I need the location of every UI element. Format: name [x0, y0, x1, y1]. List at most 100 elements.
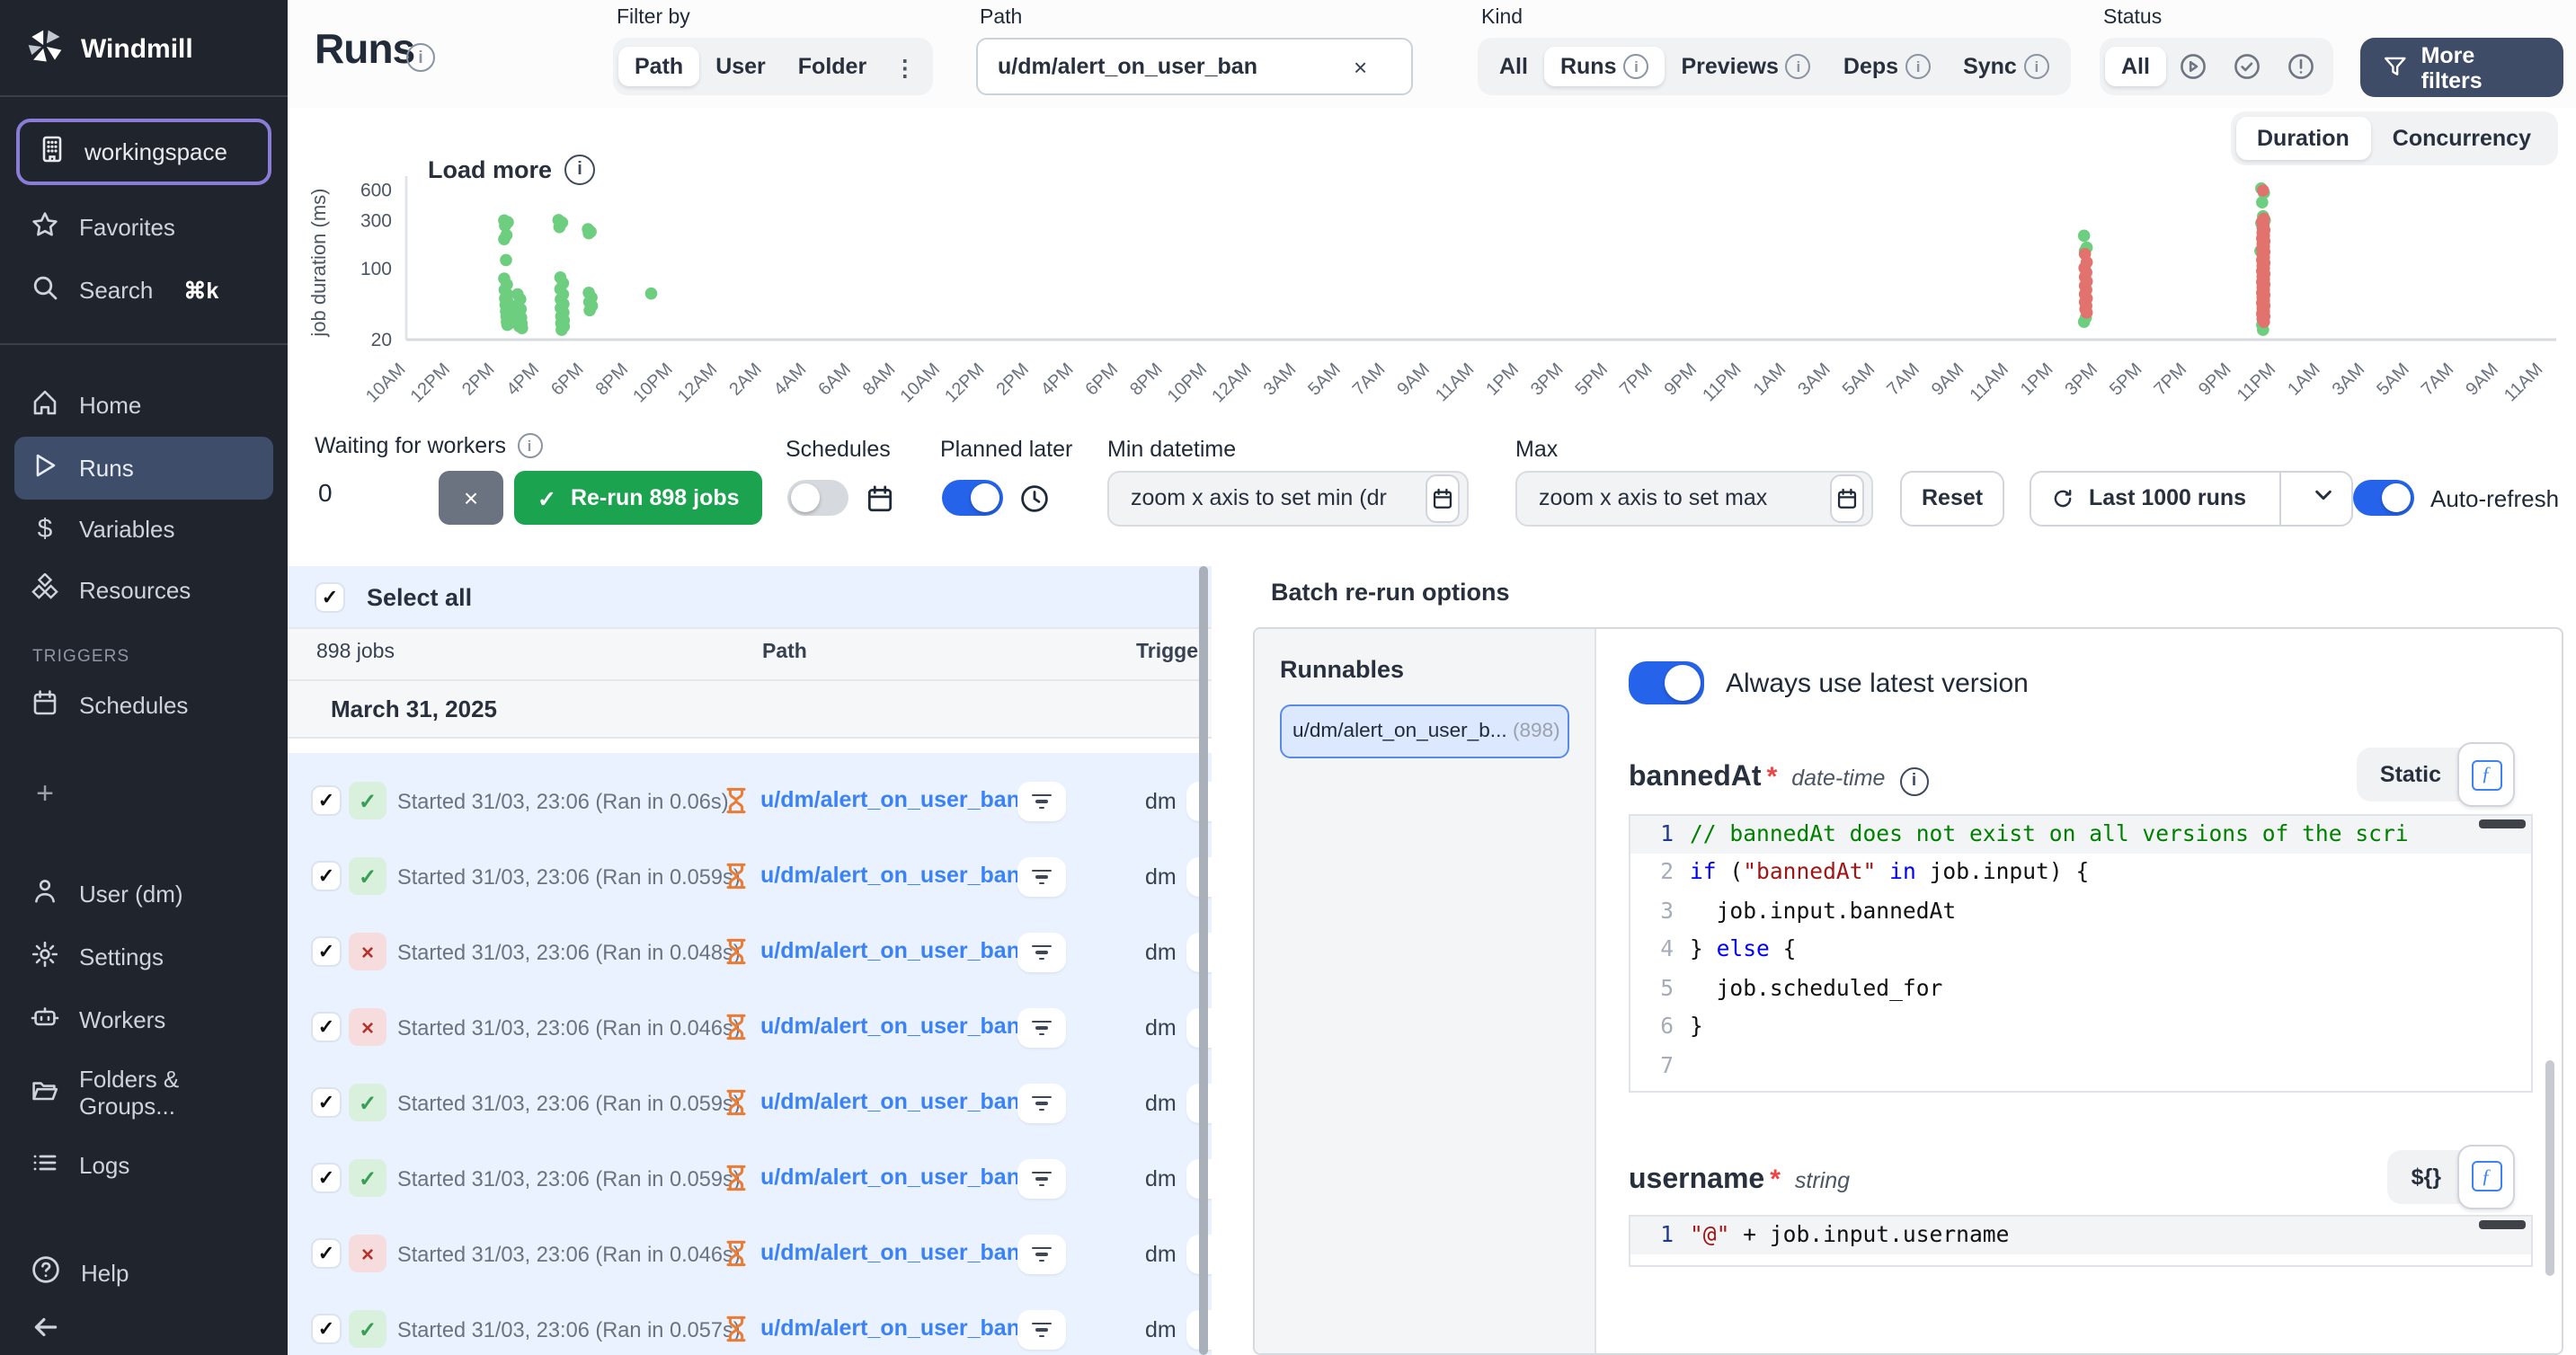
min-datetime-calendar-button[interactable]: [1426, 474, 1460, 522]
row-checkbox[interactable]: ✓: [313, 1240, 340, 1267]
sidebar-item-favorites[interactable]: Favorites: [14, 196, 273, 259]
path-filter-input[interactable]: [994, 52, 1343, 81]
path-filter-pill[interactable]: [1017, 1235, 1066, 1274]
path-filter-pill[interactable]: [1017, 933, 1066, 972]
planned-later-toggle[interactable]: [942, 480, 1003, 516]
panel-scrollbar[interactable]: [2545, 1060, 2554, 1276]
path-filter-pill[interactable]: [1017, 1008, 1066, 1048]
sidebar-item-schedules[interactable]: Schedules: [14, 674, 273, 737]
auto-refresh-toggle[interactable]: [2353, 480, 2414, 516]
filter-by-user[interactable]: User: [699, 47, 782, 86]
status-all[interactable]: All: [2105, 47, 2166, 86]
sidebar-item-home[interactable]: Home: [14, 374, 273, 437]
status-running[interactable]: [2166, 45, 2220, 88]
sidebar-item-settings[interactable]: Settings: [14, 925, 273, 988]
editor-hscrollbar[interactable]: [2479, 1219, 2526, 1228]
kind-deps[interactable]: Depsi: [1827, 47, 1947, 86]
scatter-plot[interactable]: 2010030060010AM12PM2PM4PM6PM8PM10PM12AM2…: [360, 162, 2571, 422]
sidebar-item-folders-groups[interactable]: Folders & Groups...: [14, 1051, 273, 1134]
kind-sync[interactable]: Synci: [1947, 47, 2065, 86]
sidebar-item-search[interactable]: Search ⌘k: [14, 259, 273, 322]
cancel-selection-button[interactable]: ×: [439, 471, 503, 525]
kind-previews[interactable]: Previewsi: [1665, 47, 1826, 86]
max-datetime-input[interactable]: [1535, 483, 1823, 512]
run-path-link[interactable]: u/dm/alert_on_user_ban: [760, 787, 1020, 812]
username-code-editor[interactable]: 1"@" + job.input.username: [1629, 1214, 2533, 1266]
tab-duration[interactable]: Duration: [2235, 117, 2371, 160]
select-all-checkbox[interactable]: ✓: [316, 583, 343, 610]
tab-concurrency[interactable]: Concurrency: [2371, 117, 2553, 160]
sidebar-item-runs[interactable]: Runs: [14, 437, 273, 500]
status-success[interactable]: [2220, 45, 2274, 88]
reset-button[interactable]: Reset: [1900, 470, 2004, 526]
path-filter-pill[interactable]: [1017, 1084, 1066, 1123]
run-row[interactable]: ✓ ✓ Started 31/03, 23:06 (Ran in 0.06s) …: [288, 764, 1212, 839]
run-row[interactable]: ✓ ✓ Started 31/03, 23:06 (Ran in 0.057s)…: [288, 1292, 1212, 1355]
path-filter-pill[interactable]: [1017, 1310, 1066, 1350]
row-checkbox[interactable]: ✓: [313, 1315, 340, 1342]
sidebar-item-resources[interactable]: Resources: [14, 559, 273, 622]
run-row[interactable]: ✓ × Started 31/03, 23:06 (Ran in 0.046s)…: [288, 990, 1212, 1066]
min-datetime-label: Min datetime: [1107, 437, 1236, 462]
run-row[interactable]: ✓ × Started 31/03, 23:06 (Ran in 0.048s)…: [288, 915, 1212, 990]
kind-runs[interactable]: Runsi: [1544, 47, 1666, 86]
run-path-link[interactable]: u/dm/alert_on_user_ban: [760, 1089, 1020, 1114]
min-datetime-input[interactable]: [1127, 483, 1418, 512]
schedules-toggle[interactable]: [787, 480, 848, 516]
last-runs-dropdown[interactable]: Last 1000 runs: [2030, 470, 2352, 526]
run-path-link[interactable]: u/dm/alert_on_user_ban: [760, 1014, 1020, 1039]
status-badge: ✓: [349, 1310, 386, 1348]
rerun-jobs-button[interactable]: ✓ Re-run 898 jobs: [514, 471, 763, 525]
run-path-link[interactable]: u/dm/alert_on_user_ban: [760, 1315, 1020, 1341]
sidebar-item-user[interactable]: User (dm): [14, 863, 273, 925]
run-path-link[interactable]: u/dm/alert_on_user_ban: [760, 1165, 1020, 1190]
status-failure[interactable]: [2274, 45, 2328, 88]
svg-text:4AM: 4AM: [770, 359, 811, 400]
clear-path-icon[interactable]: ×: [1354, 53, 1367, 80]
svg-text:12PM: 12PM: [941, 359, 989, 407]
sidebar-item-logs[interactable]: Logs: [14, 1134, 273, 1197]
run-row[interactable]: ✓ ✓ Started 31/03, 23:06 (Ran in 0.059s)…: [288, 1141, 1212, 1217]
mode-template[interactable]: ${}: [2395, 1158, 2457, 1194]
chevron-down-icon[interactable]: [2295, 485, 2350, 510]
list-scrollbar[interactable]: [1199, 566, 1208, 1355]
mode-static[interactable]: Static: [2364, 757, 2457, 793]
filter-by-more-menu[interactable]: ⋮: [883, 46, 927, 87]
sidebar-add-button[interactable]: +: [14, 762, 273, 827]
row-checkbox[interactable]: ✓: [313, 1014, 340, 1041]
runnable-item[interactable]: u/dm/alert_on_user_b... (898): [1280, 704, 1569, 758]
row-checkbox[interactable]: ✓: [313, 1165, 340, 1191]
run-row[interactable]: ✓ ✓ Started 31/03, 23:06 (Ran in 0.059s)…: [288, 1066, 1212, 1141]
sidebar-item-variables[interactable]: $ Variables: [14, 500, 273, 559]
runs-info-icon[interactable]: i: [406, 43, 435, 72]
more-filters-button[interactable]: More filters: [2360, 38, 2563, 97]
sidebar-item-workers[interactable]: Workers: [14, 988, 273, 1051]
path-filter-pill[interactable]: [1017, 857, 1066, 897]
windmill-app: Windmill workingspace Favorites Search ⌘…: [0, 0, 2576, 1355]
latest-version-toggle[interactable]: [1629, 661, 1704, 704]
kind-all[interactable]: All: [1483, 47, 1544, 86]
row-checkbox[interactable]: ✓: [313, 863, 340, 890]
run-path-link[interactable]: u/dm/alert_on_user_ban: [760, 938, 1020, 963]
mode-javascript-button[interactable]: ƒ: [2457, 742, 2515, 807]
mode-javascript-button[interactable]: ƒ: [2457, 1144, 2515, 1209]
max-datetime-calendar-button[interactable]: [1830, 474, 1864, 522]
svg-text:100: 100: [360, 259, 392, 279]
run-row[interactable]: ✓ ✓ Started 31/03, 23:06 (Ran in 0.059s)…: [288, 839, 1212, 915]
run-path-link[interactable]: u/dm/alert_on_user_ban: [760, 1240, 1020, 1265]
row-checkbox[interactable]: ✓: [313, 938, 340, 965]
run-row[interactable]: ✓ × Started 31/03, 23:06 (Ran in 0.046s)…: [288, 1217, 1212, 1292]
path-filter-pill[interactable]: [1017, 1159, 1066, 1199]
filter-by-folder[interactable]: Folder: [782, 47, 883, 86]
workspace-switcher[interactable]: workingspace: [16, 119, 271, 185]
row-checkbox[interactable]: ✓: [313, 1089, 340, 1116]
collapse-sidebar-button[interactable]: [14, 1305, 273, 1355]
path-filter-pill[interactable]: [1017, 782, 1066, 821]
run-path-link[interactable]: u/dm/alert_on_user_ban: [760, 863, 1020, 888]
bannedAt-code-editor[interactable]: 1// bannedAt does not exist on all versi…: [1629, 813, 2533, 1092]
row-checkbox[interactable]: ✓: [313, 787, 340, 814]
filter-by-path[interactable]: Path: [618, 47, 699, 86]
editor-hscrollbar[interactable]: [2479, 819, 2526, 828]
app-logo[interactable]: Windmill: [0, 0, 288, 97]
sidebar-item-help[interactable]: Help: [14, 1240, 273, 1305]
